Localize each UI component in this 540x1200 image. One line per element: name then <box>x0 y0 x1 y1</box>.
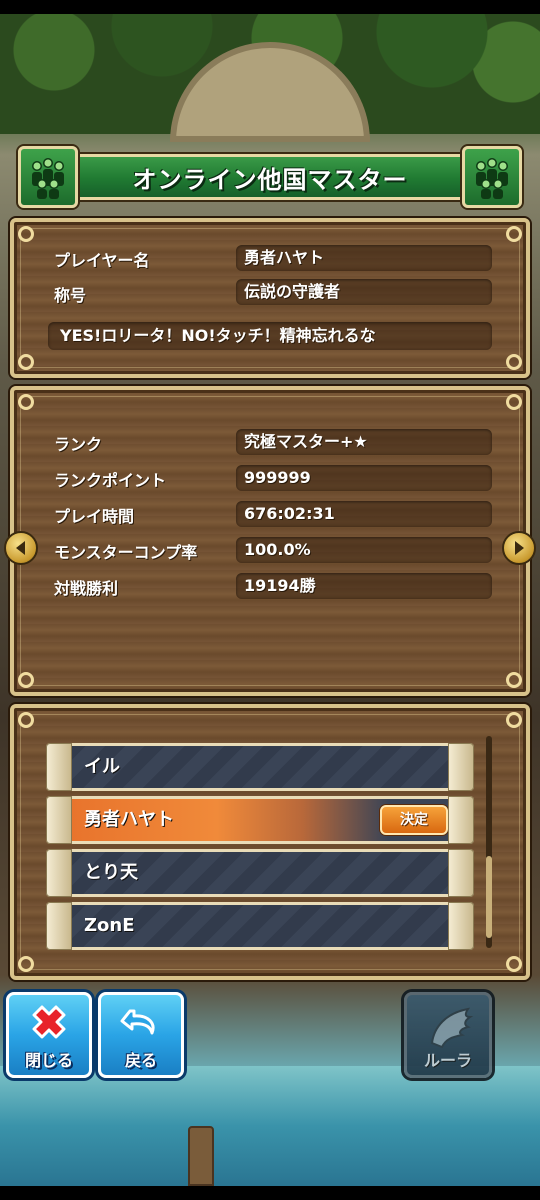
corner-ornament <box>18 226 34 242</box>
corner-ornament <box>18 672 34 688</box>
title-plate: オンライン他国マスター <box>68 154 472 200</box>
ruler-button-label: ルーラ <box>423 1051 472 1070</box>
wing-icon <box>430 1007 474 1049</box>
list-cap <box>448 743 474 791</box>
list-item-player[interactable]: ZonE <box>46 902 474 950</box>
close-button-label: 閉じる <box>24 1051 73 1070</box>
player-name-label: プレイヤー名 <box>54 251 150 270</box>
corner-ornament <box>506 956 522 972</box>
list-item-label: イル <box>84 756 120 777</box>
list-item-player-selected[interactable]: 勇者ハヤト 決定 <box>46 796 474 844</box>
stat-label-monster-comp: モンスターコンプ率 <box>54 543 198 562</box>
wooden-post <box>188 1126 214 1186</box>
list-cap <box>448 902 474 950</box>
list-item-label: とり天 <box>84 862 138 883</box>
list-cap <box>46 849 72 897</box>
corner-ornament <box>506 672 522 688</box>
player-name-value: 勇者ハヤト <box>236 245 492 271</box>
title-bar: オンライン他国マスター <box>18 146 522 208</box>
corner-ornament <box>18 712 34 728</box>
corner-ornament <box>18 354 34 370</box>
corner-ornament <box>506 712 522 728</box>
corner-ornament <box>506 354 522 370</box>
list-item-label: 勇者ハヤト <box>84 809 174 830</box>
decide-button[interactable]: 決定 <box>380 805 448 835</box>
stat-value-rank: 究極マスター+★ <box>236 429 492 455</box>
back-button[interactable]: 戻る <box>98 992 184 1078</box>
corner-ornament <box>506 226 522 242</box>
stat-label-play-time: プレイ時間 <box>54 507 135 526</box>
list-cap <box>46 796 72 844</box>
water <box>0 1066 540 1186</box>
players-icon <box>18 146 78 208</box>
stat-label-rank-points: ランクポイント <box>54 471 167 490</box>
list-item-label: ZonE <box>84 915 135 936</box>
corner-ornament <box>18 394 34 410</box>
stat-value-rank-points: 999999 <box>236 465 492 491</box>
ruler-button[interactable]: ルーラ <box>404 992 492 1078</box>
title-label: 称号 <box>54 286 87 305</box>
list-cap <box>448 796 474 844</box>
stat-label-rank: ランク <box>54 435 103 454</box>
list-item-player[interactable]: イル <box>46 743 474 791</box>
list-cap <box>46 743 72 791</box>
corner-ornament <box>18 956 34 972</box>
next-page-button[interactable] <box>502 531 536 565</box>
corner-ornament <box>506 394 522 410</box>
list-item-player[interactable]: とり天 <box>46 849 474 897</box>
stat-value-monster-comp: 100.0% <box>236 537 492 563</box>
close-icon <box>32 1005 66 1039</box>
title-value: 伝説の守護者 <box>236 279 492 305</box>
list-scrollbar[interactable] <box>486 736 492 948</box>
motto-text: YES!ロリータ！NO!タッチ！精神忘れるな <box>48 322 492 350</box>
back-button-label: 戻る <box>124 1051 157 1070</box>
stat-value-battle-wins: 19194勝 <box>236 573 492 599</box>
stat-label-battle-wins: 対戦勝利 <box>54 579 119 598</box>
return-arrow-icon <box>120 1009 155 1035</box>
prev-page-button[interactable] <box>4 531 38 565</box>
players-icon <box>462 146 522 208</box>
stat-value-play-time: 676:02:31 <box>236 501 492 527</box>
close-button[interactable]: 閉じる <box>6 992 92 1078</box>
scroll-thumb[interactable] <box>486 856 492 938</box>
triangle-left-icon <box>16 541 25 555</box>
page-title: オンライン他国マスター <box>132 165 408 194</box>
list-cap <box>46 902 72 950</box>
triangle-right-icon <box>515 541 524 555</box>
list-cap <box>448 849 474 897</box>
